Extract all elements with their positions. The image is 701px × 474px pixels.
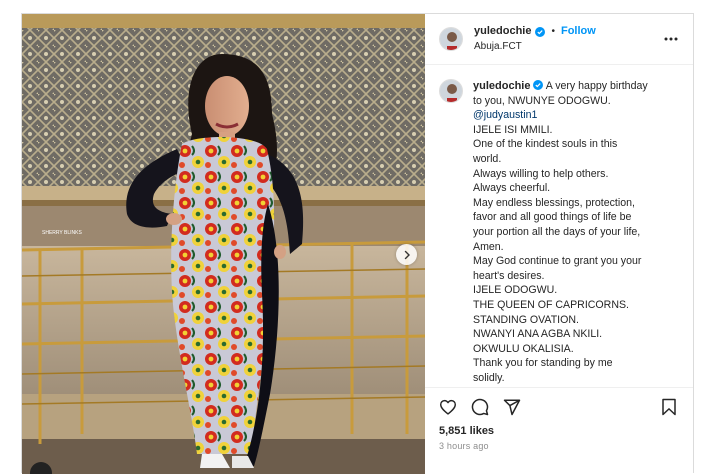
post-container: SHERRY BLINKS yuledochie • Follow Abuja.… — [21, 13, 694, 474]
follow-button[interactable]: Follow — [561, 25, 596, 38]
share-icon — [503, 399, 521, 416]
verified-badge-icon — [535, 27, 546, 37]
caption-line: A very happy birthday — [545, 80, 648, 92]
caption-line: STANDING OVATION. — [473, 313, 579, 326]
post-photo[interactable]: SHERRY BLINKS — [22, 14, 425, 474]
photo-watermark: SHERRY BLINKS — [42, 230, 82, 236]
caption-line: your portion all the days of your life, — [473, 225, 641, 238]
caption-line: May endless blessings, protection, — [473, 196, 635, 209]
chevron-right-icon — [404, 250, 410, 259]
caption-username[interactable]: yuledochie — [473, 80, 530, 92]
caption-line: One of the kindest souls in this — [473, 138, 618, 151]
avatar-image — [440, 28, 462, 50]
more-options-icon — [664, 37, 678, 41]
comment-button[interactable] — [471, 398, 489, 416]
post-sidebar: yuledochie • Follow Abuja.FCT yuledochie… — [425, 14, 693, 473]
caption-line: Amen. — [473, 240, 504, 253]
action-bar — [439, 396, 679, 418]
heart-icon — [439, 399, 456, 415]
username-link[interactable]: yuledochie — [474, 25, 531, 38]
caption-line: Thank you for standing by me — [473, 357, 613, 370]
caption-line: IJELE ODOGWU. — [473, 284, 558, 297]
likes-count[interactable]: 5,851 likes — [439, 425, 679, 437]
caption-line: Always cheerful. — [473, 182, 551, 195]
caption-line: world. — [473, 152, 502, 165]
caption-line: Always willing to help others. — [473, 167, 609, 180]
post-timestamp[interactable]: 3 hours ago — [439, 441, 679, 451]
caption-avatar[interactable] — [439, 79, 463, 103]
bookmark-icon — [662, 398, 676, 416]
caption-line: May God continue to grant you your — [473, 255, 642, 268]
post-header: yuledochie • Follow Abuja.FCT — [425, 14, 693, 65]
verified-badge-icon — [533, 80, 544, 90]
save-button[interactable] — [661, 398, 679, 416]
more-options-button[interactable] — [663, 32, 679, 46]
caption-line: THE QUEEN OF CAPRICORNS. — [473, 298, 629, 311]
avatar[interactable] — [439, 27, 463, 51]
share-button[interactable] — [503, 398, 521, 416]
separator: • — [551, 26, 555, 37]
caption-line: solidly. — [473, 371, 505, 384]
caption-area[interactable]: yuledochie A very happy birthday to you,… — [425, 65, 693, 387]
location-link[interactable]: Abuja.FCT — [474, 41, 596, 53]
caption-line: IJELE ISI MMILI. — [473, 123, 553, 136]
photo-illustration: SHERRY BLINKS — [22, 14, 425, 474]
post-actions-panel: 5,851 likes 3 hours ago — [425, 387, 693, 473]
mention-link[interactable]: @judyaustin1 — [473, 108, 648, 123]
caption-line: NWANYI ANA AGBA NKILI. — [473, 328, 603, 341]
caption-line: favor and all good things of life be — [473, 211, 632, 224]
caption-text: yuledochie A very happy birthday to you,… — [473, 79, 648, 385]
caption-line: to you, NWUNYE ODOGWU. — [473, 94, 611, 107]
carousel-next-button[interactable] — [396, 244, 417, 265]
caption-line: OKWULU OKALISIA. — [473, 342, 574, 355]
like-button[interactable] — [439, 398, 457, 416]
caption-line: heart's desires. — [473, 269, 545, 282]
comment-icon — [471, 398, 489, 416]
avatar-image — [440, 80, 462, 102]
